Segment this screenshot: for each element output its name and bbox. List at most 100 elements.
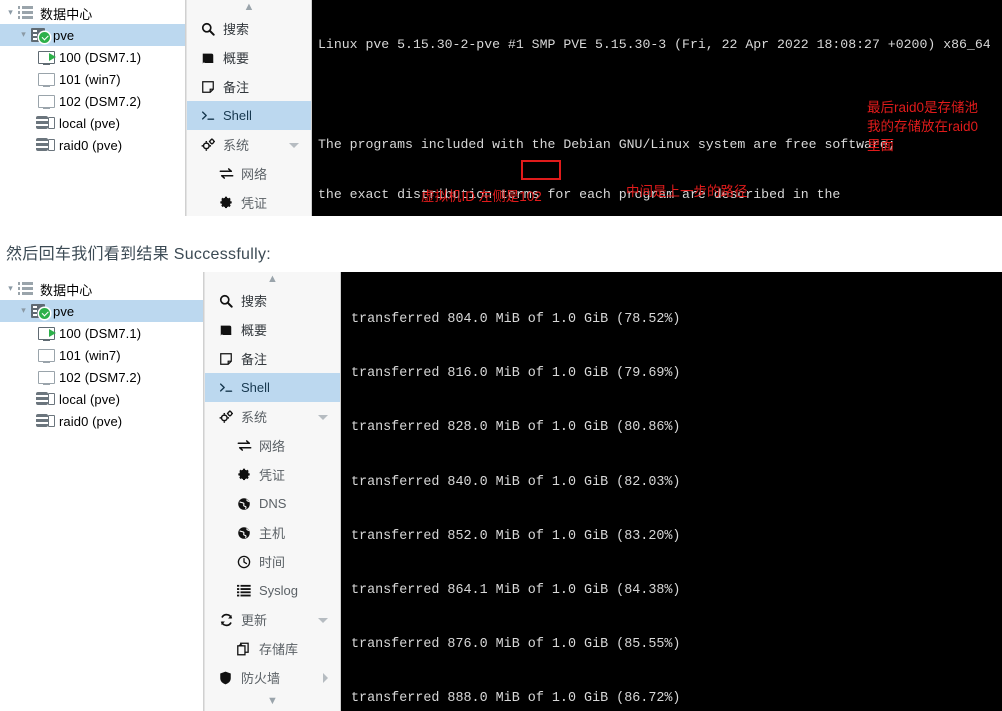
nav-item-time[interactable]: 时间 (205, 547, 340, 576)
chevron-right-icon[interactable] (323, 672, 328, 683)
certificate-icon (237, 468, 257, 482)
tree-row[interactable]: raid0 (pve) (0, 134, 185, 156)
annotation-path-note: 中间是上一步的路径 (626, 184, 748, 199)
node-nav-menu-bottom[interactable]: ▲ 搜索 概要 备注 Shell 系统 网络 凭证 DNS 主机 时间 Sysl… (204, 272, 341, 711)
nav-item-host[interactable]: 主机 (205, 518, 340, 547)
tree-row-label: 101 (win7) (59, 71, 121, 87)
tree-row-label: local (pve) (59, 115, 121, 131)
storage-icon (36, 136, 56, 154)
tree-row[interactable]: 100 (DSM7.1) (0, 46, 185, 68)
tree-row[interactable]: ▾ 数据中心 (0, 2, 185, 24)
tree-row-label: 100 (DSM7.1) (59, 49, 142, 65)
chevron-down-icon[interactable] (318, 617, 328, 623)
nav-item-label: 系统 (223, 138, 250, 153)
nav-item-label: 凭证 (259, 468, 286, 483)
nav-group-updates[interactable]: 更新 (205, 605, 340, 634)
vmid-highlight-box (521, 160, 561, 180)
vm-running-icon (36, 48, 56, 66)
nav-group-firewall[interactable]: 防火墙 (205, 663, 340, 692)
shell-terminal-bottom[interactable]: transferred 804.0 MiB of 1.0 GiB (78.52%… (341, 272, 1002, 711)
nav-item-label: 概要 (223, 51, 250, 66)
nav-item-label: 系统 (241, 410, 268, 425)
chevron-down-icon[interactable]: ▾ (17, 29, 30, 39)
pve-panel-bottom: ▾ 数据中心 ▾ pve 100 (DSM7.1) 101 (win7) 102… (0, 272, 1002, 711)
terminal-line: transferred 816.0 MiB of 1.0 GiB (79.69%… (351, 366, 681, 382)
terminal-line: transferred 852.0 MiB of 1.0 GiB (83.20%… (351, 528, 681, 544)
resource-tree-bottom[interactable]: ▾ 数据中心 ▾ pve 100 (DSM7.1) 101 (win7) 102… (0, 272, 204, 711)
chevron-down-icon[interactable]: ▾ (4, 7, 17, 17)
tree-row[interactable]: 100 (DSM7.1) (0, 322, 203, 344)
nav-item-network[interactable]: 网络 (187, 159, 311, 188)
chevron-down-icon[interactable] (289, 142, 299, 148)
nav-item-search[interactable]: 搜索 (205, 286, 340, 315)
nav-item-label: 搜索 (223, 22, 250, 37)
tree-row-label: 101 (win7) (59, 347, 121, 363)
chevron-down-icon[interactable] (318, 414, 328, 420)
network-icon (237, 439, 257, 452)
scroll-down-icon[interactable]: ▼ (205, 694, 340, 708)
datacenter-icon (17, 4, 37, 22)
vm-icon (36, 92, 56, 110)
datacenter-icon (17, 280, 37, 298)
tree-row[interactable]: 101 (win7) (0, 344, 203, 366)
tree-row[interactable]: 102 (DSM7.2) (0, 90, 185, 112)
network-icon (219, 167, 239, 180)
vm-icon (36, 70, 56, 88)
terminal-line: transferred 876.0 MiB of 1.0 GiB (85.55%… (351, 636, 681, 652)
chevron-down-icon[interactable]: ▾ (4, 283, 17, 293)
nav-item-certificate[interactable]: 凭证 (205, 460, 340, 489)
tree-row[interactable]: local (pve) (0, 388, 203, 410)
node-nav-menu-top[interactable]: ▲ 搜索 概要 备注 Shell 系统 网络 凭证 (186, 0, 312, 216)
nav-item-label: 时间 (259, 555, 286, 570)
syslog-icon (237, 584, 257, 597)
tree-row[interactable]: local (pve) (0, 112, 185, 134)
tree-row[interactable]: raid0 (pve) (0, 410, 203, 432)
nav-group-system[interactable]: 系统 (205, 402, 340, 431)
nav-item-notes[interactable]: 备注 (187, 72, 311, 101)
scroll-up-icon[interactable]: ▲ (187, 0, 311, 14)
tree-row-label: 数据中心 (40, 282, 93, 298)
nav-item-label: DNS (259, 496, 287, 511)
tree-row-label: raid0 (pve) (59, 137, 123, 153)
tree-row[interactable]: 101 (win7) (0, 68, 185, 90)
tree-row-label: pve (53, 27, 75, 43)
tree-row[interactable]: 102 (DSM7.2) (0, 366, 203, 388)
nav-item-summary[interactable]: 概要 (187, 43, 311, 72)
nav-item-repositories[interactable]: 存储库 (205, 634, 340, 663)
nav-item-shell[interactable]: Shell (205, 373, 340, 402)
tree-row-label: raid0 (pve) (59, 413, 123, 429)
nav-item-label: 概要 (241, 323, 268, 338)
search-icon (219, 294, 239, 308)
nav-item-label: Syslog (259, 583, 299, 598)
scroll-up-icon[interactable]: ▲ (205, 272, 340, 286)
nav-item-dns[interactable]: DNS (205, 489, 340, 518)
nav-item-label: 存储库 (259, 642, 299, 657)
tree-row-pve[interactable]: ▾ pve (0, 300, 203, 322)
storage-icon (36, 114, 56, 132)
nav-item-summary[interactable]: 概要 (205, 315, 340, 344)
chevron-down-icon[interactable]: ▾ (17, 305, 30, 315)
nav-group-system[interactable]: 系统 (187, 130, 311, 159)
caption-text: 然后回车我们看到结果 Successfully: (6, 246, 272, 263)
system-icon (201, 137, 221, 152)
nav-item-certificate[interactable]: 凭证 (187, 188, 311, 216)
annotation-vmid-note: 虚拟机ID 左侧是102 (421, 189, 542, 204)
nav-item-notes[interactable]: 备注 (205, 344, 340, 373)
repository-icon (237, 642, 257, 656)
terminal-line: transferred 804.0 MiB of 1.0 GiB (78.52%… (351, 312, 681, 328)
nav-item-shell[interactable]: Shell (187, 101, 311, 130)
annotation-raid0-note: 最后raid0是存储池 我的存储放在raid0 里面 (867, 100, 979, 153)
tree-row[interactable]: ▾ 数据中心 (0, 278, 203, 300)
nav-item-syslog[interactable]: Syslog (205, 576, 340, 605)
tree-row-pve[interactable]: ▾ pve (0, 24, 185, 46)
summary-icon (201, 51, 221, 65)
terminal-line: transferred 840.0 MiB of 1.0 GiB (82.03%… (351, 474, 681, 490)
nav-item-network[interactable]: 网络 (205, 431, 340, 460)
nav-item-label: 网络 (259, 439, 286, 454)
tree-row-label: 100 (DSM7.1) (59, 325, 142, 341)
shell-icon (201, 109, 221, 122)
notes-icon (219, 352, 239, 366)
resource-tree-top[interactable]: ▾ 数据中心 ▾ pve 100 (DSM7.1) 101 (win7) 102… (0, 0, 186, 216)
nav-item-search[interactable]: 搜索 (187, 14, 311, 43)
firewall-icon (219, 671, 239, 685)
